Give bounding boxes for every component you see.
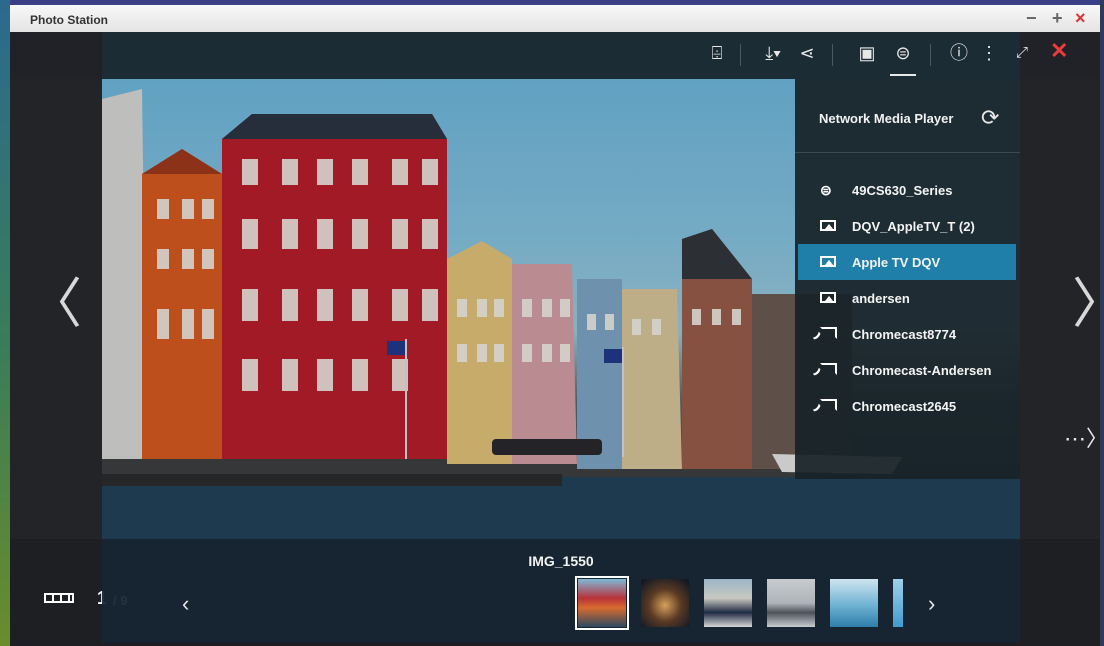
grid-view-icon[interactable] bbox=[44, 593, 74, 603]
share-icon[interactable]: ⋖ bbox=[794, 42, 820, 64]
right-gutter: 〉 bbox=[1020, 79, 1100, 539]
thumbnail[interactable] bbox=[893, 579, 903, 627]
download-icon[interactable]: ⤓▾ bbox=[760, 42, 786, 64]
device-list: ⊜ 49CS630_Series DQV_AppleTV_T (2) Apple… bbox=[798, 172, 1016, 424]
chromecast-icon bbox=[820, 398, 842, 414]
desktop-background-right bbox=[1100, 0, 1104, 646]
stream-to-device-icon[interactable]: ⊜ bbox=[890, 42, 916, 64]
thumbnail[interactable] bbox=[830, 579, 878, 627]
previous-photo-button[interactable]: 〈 bbox=[28, 277, 82, 331]
airplay-icon bbox=[820, 290, 842, 306]
device-label: DQV_AppleTV_T (2) bbox=[852, 218, 975, 234]
device-item[interactable]: ⊜ 49CS630_Series bbox=[798, 172, 1016, 208]
photo-station-window: Photo Station − + × 〈 ⋯ ⌹ ⤓▾ ⋖ ▣ ⊜ ⓘ ⋮ ⤢… bbox=[10, 5, 1100, 643]
device-item-selected[interactable]: Apple TV DQV bbox=[798, 244, 1016, 280]
device-label: Chromecast8774 bbox=[852, 326, 957, 342]
chromecast-icon bbox=[820, 362, 842, 378]
title-bar: Photo Station − + × bbox=[10, 5, 1100, 32]
more-photos-icon[interactable]: ⋯〉 bbox=[1064, 421, 1100, 453]
more-options-icon[interactable]: ⋮ bbox=[976, 42, 1002, 64]
device-item[interactable]: Chromecast2645 bbox=[798, 388, 1016, 424]
refresh-icon[interactable]: ⟳ bbox=[981, 105, 999, 131]
thumbnail[interactable] bbox=[704, 579, 752, 627]
filmstrip: IMG_1550 ‹ › bbox=[102, 539, 1020, 643]
toolbar-divider bbox=[740, 44, 741, 66]
device-item[interactable]: Chromecast8774 bbox=[798, 316, 1016, 352]
fullscreen-icon[interactable]: ⤢ bbox=[1016, 44, 1028, 61]
chromecast-icon bbox=[820, 326, 842, 342]
thumbnail[interactable] bbox=[767, 579, 815, 627]
image-name: IMG_1550 bbox=[528, 553, 594, 569]
app-title: Photo Station bbox=[30, 13, 108, 27]
device-label: andersen bbox=[852, 290, 910, 306]
toolbar-divider bbox=[832, 44, 833, 66]
device-item[interactable]: andersen bbox=[798, 280, 1016, 316]
device-item[interactable]: Chromecast-Andersen bbox=[798, 352, 1016, 388]
close-window-button[interactable]: × bbox=[1075, 9, 1086, 27]
maximize-button[interactable]: + bbox=[1052, 9, 1063, 27]
airplay-icon bbox=[820, 254, 842, 270]
network-media-player-panel: Network Media Player ⟳ ⊜ 49CS630_Series … bbox=[795, 79, 1020, 479]
filmstrip-next-button[interactable]: › bbox=[928, 591, 935, 617]
top-toolbar: ⌹ ⤓▾ ⋖ ▣ ⊜ ⓘ ⋮ bbox=[102, 32, 1020, 79]
dlna-device-icon: ⊜ bbox=[820, 181, 832, 198]
next-photo-button[interactable]: 〉 bbox=[1072, 277, 1100, 331]
left-gutter: 〈 bbox=[10, 79, 102, 539]
minimize-button[interactable]: − bbox=[1026, 9, 1037, 27]
device-label: Chromecast-Andersen bbox=[852, 362, 992, 378]
thumbnail[interactable] bbox=[641, 579, 689, 627]
slideshow-icon[interactable]: ▣ bbox=[854, 42, 880, 64]
filmstrip-prev-button[interactable]: ‹ bbox=[182, 591, 189, 617]
bottom-bar: 1 / 9 IMG_1550 ‹ › bbox=[10, 539, 1100, 643]
thumbnail-selected[interactable] bbox=[575, 576, 629, 630]
face-detect-icon[interactable]: ⌹ bbox=[704, 42, 730, 64]
info-icon[interactable]: ⓘ bbox=[946, 42, 972, 64]
device-label: Chromecast2645 bbox=[852, 398, 957, 414]
close-viewer-button[interactable]: ✕ bbox=[1050, 38, 1068, 64]
toolbar-divider bbox=[930, 44, 931, 66]
desktop-background-left bbox=[0, 0, 10, 646]
active-tool-indicator bbox=[890, 74, 916, 76]
device-label: Apple TV DQV bbox=[852, 254, 941, 270]
device-item[interactable]: DQV_AppleTV_T (2) bbox=[798, 208, 1016, 244]
panel-title: Network Media Player bbox=[819, 111, 954, 126]
panel-divider bbox=[795, 152, 1020, 153]
device-label: 49CS630_Series bbox=[852, 182, 953, 198]
photo-viewer: 〈 ⋯ ⌹ ⤓▾ ⋖ ▣ ⊜ ⓘ ⋮ ⤢ ✕ Network Media Pla… bbox=[10, 32, 1100, 643]
airplay-icon bbox=[820, 218, 842, 234]
